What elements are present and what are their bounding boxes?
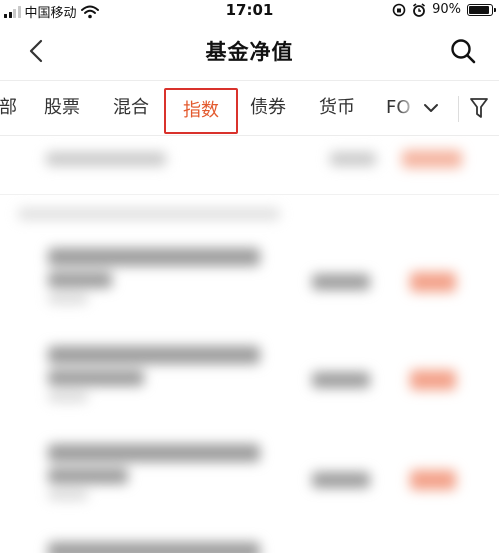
tab-stock[interactable]: 股票	[44, 92, 80, 124]
blurred-fund-tag	[48, 392, 88, 402]
search-button[interactable]	[447, 35, 479, 67]
blurred-fund-code	[48, 272, 112, 288]
battery-percent: 90%	[432, 2, 461, 17]
alarm-icon	[413, 2, 426, 17]
fund-list	[0, 136, 499, 553]
status-bar: 中国移动 17:01 90%	[0, 0, 499, 22]
blurred-change-value	[402, 150, 462, 168]
tab-index[interactable]: 指数	[164, 88, 238, 134]
tab-fade	[396, 87, 418, 131]
blurred-fund-name	[48, 248, 260, 266]
blurred-fund-code	[48, 468, 128, 484]
blurred-fund-name	[48, 542, 260, 553]
category-tab-bar: 部 股票 混合 指数 债券 货币 FO	[0, 80, 499, 136]
blurred-fund-tag	[48, 294, 88, 304]
filter-icon	[470, 98, 488, 118]
blurred-change-value	[410, 470, 456, 490]
chevron-down-icon	[424, 104, 438, 112]
tab-bond[interactable]: 债券	[250, 92, 286, 124]
blurred-change-value	[410, 370, 456, 390]
orientation-lock-icon	[392, 3, 406, 16]
blurred-fund-tag	[48, 490, 88, 500]
filter-button[interactable]	[466, 94, 492, 122]
tab-mixed[interactable]: 混合	[113, 92, 149, 124]
battery-icon	[467, 3, 496, 16]
blurred-nav-value	[312, 372, 370, 388]
blurred-section-header	[18, 208, 280, 220]
page-title: 基金净值	[205, 40, 294, 64]
blurred-nav-value	[330, 152, 376, 166]
tab-divider	[458, 96, 459, 122]
tab-all[interactable]: 部	[0, 92, 17, 124]
status-right: 90%	[392, 2, 496, 17]
blurred-fund-name	[48, 444, 260, 462]
more-tabs-button[interactable]	[418, 95, 444, 121]
blurred-fund-name	[46, 152, 166, 166]
tab-money[interactable]: 货币	[319, 92, 355, 124]
battery-fill	[469, 5, 489, 14]
row-divider	[0, 194, 499, 195]
blurred-nav-value	[312, 274, 370, 290]
blurred-nav-value	[312, 472, 370, 488]
blurred-change-value	[410, 272, 456, 292]
search-icon	[451, 39, 476, 64]
nav-bar: 基金净值	[0, 22, 499, 80]
blurred-fund-code	[48, 370, 144, 386]
blurred-fund-name	[48, 346, 260, 364]
